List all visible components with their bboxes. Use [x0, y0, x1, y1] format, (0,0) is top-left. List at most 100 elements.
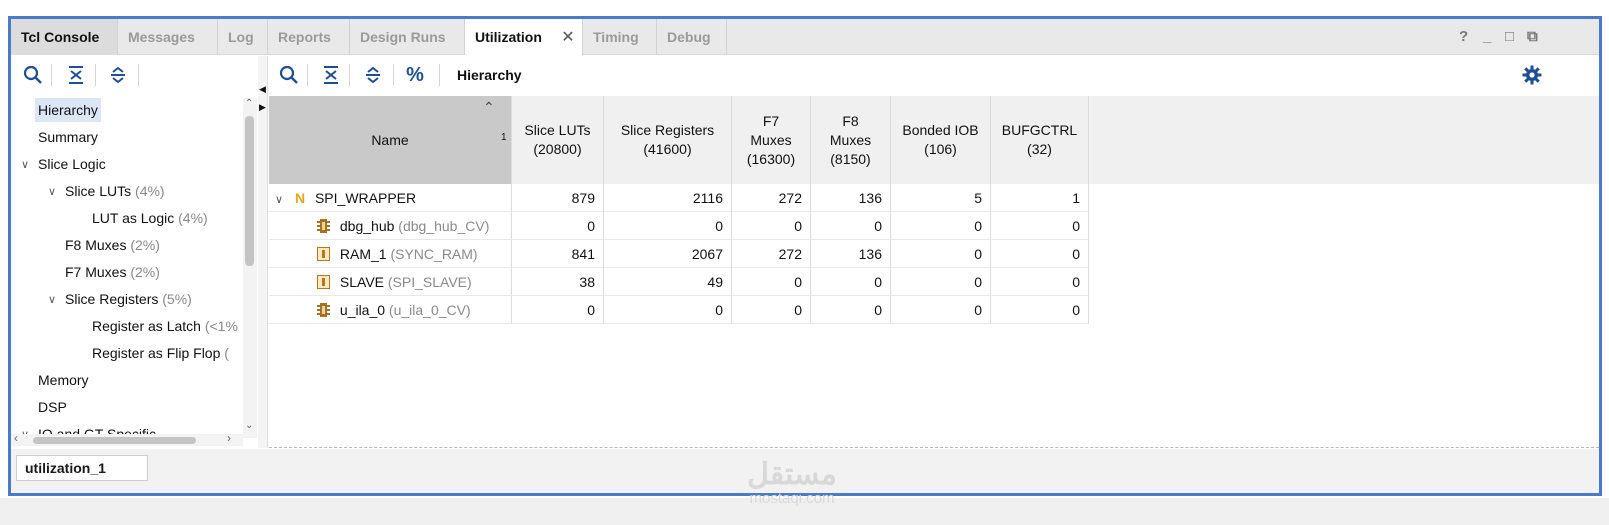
close-tab-icon[interactable]: ✕ [557, 19, 579, 55]
table-row[interactable]: dbg_hub (dbg_hub_CV) [269, 212, 512, 240]
chevron-down-icon[interactable]: ∨ [21, 158, 29, 171]
table-cell: 0 [891, 212, 991, 240]
hierarchy-panel: % Hierarchy Name ⌃ 1 Slice LUTs (20800) … [269, 56, 1599, 448]
tree-item-f8-muxes[interactable]: F8 Muxes (2%) [65, 233, 160, 257]
sort-order-number: 1 [501, 132, 507, 143]
table-row[interactable]: ∨ N SPI_WRAPPER [269, 184, 512, 212]
tab-reports[interactable]: Reports [268, 19, 350, 55]
tab-debug[interactable]: Debug [657, 19, 727, 55]
table-cell: 0 [891, 296, 991, 324]
search-icon[interactable] [279, 65, 299, 85]
table-cell: 841 [512, 240, 604, 268]
instance-icon [317, 247, 330, 261]
tree-item-slice-logic[interactable]: Slice Logic [38, 152, 106, 176]
table-cell: 136 [811, 240, 891, 268]
table-cell: 0 [991, 212, 1089, 240]
column-header-slice-registers[interactable]: Slice Registers (41600) [604, 96, 732, 184]
panel-title: Hierarchy [457, 67, 522, 83]
tree-item-slice-registers[interactable]: Slice Registers (5%) [65, 287, 192, 311]
table-cell: 0 [891, 240, 991, 268]
table-cell: 272 [732, 184, 811, 212]
table-cell: 0 [811, 296, 891, 324]
column-header-bonded-iob[interactable]: Bonded IOB (106) [891, 96, 991, 184]
tree-item-register-as-latch[interactable]: Register as Latch (<1% [92, 314, 238, 338]
collapse-all-icon[interactable] [321, 65, 341, 85]
tab-messages[interactable]: Messages [118, 19, 218, 55]
table-cell: 0 [991, 296, 1089, 324]
top-module-icon: N [294, 190, 306, 206]
debug-core-icon [317, 303, 330, 317]
table-cell: 0 [512, 296, 604, 324]
table-cell: 272 [732, 240, 811, 268]
scroll-up-icon[interactable]: ⌃ [245, 98, 253, 109]
tree-item-summary[interactable]: Summary [38, 125, 98, 149]
collapse-left-icon[interactable]: ◀ [259, 84, 266, 95]
table-cell: 0 [891, 268, 991, 296]
table-cell: 38 [512, 268, 604, 296]
scroll-thumb[interactable] [33, 437, 196, 444]
table-row[interactable]: SLAVE (SPI_SLAVE) [269, 268, 512, 296]
tree-item-slice-luts[interactable]: Slice LUTs (4%) [65, 179, 165, 203]
table-cell: 0 [732, 212, 811, 240]
report-tree: Hierarchy Summary ∨ Slice Logic ∨ Slice … [11, 96, 243, 436]
tree-item-memory[interactable]: Memory [38, 368, 89, 392]
tab-tcl-console[interactable]: Tcl Console [11, 19, 118, 55]
tree-item-dsp[interactable]: DSP [38, 395, 67, 419]
maximize-icon[interactable]: □ [1505, 19, 1514, 55]
search-icon[interactable] [23, 65, 43, 85]
collapse-all-icon[interactable] [66, 65, 86, 85]
table-cell: 0 [732, 268, 811, 296]
scroll-thumb[interactable] [245, 116, 254, 266]
tab-bar: Tcl Console Messages Log Reports Design … [11, 19, 1599, 56]
minimize-icon[interactable]: _ [1483, 19, 1491, 55]
table-cell: 49 [604, 268, 732, 296]
collapse-right-icon[interactable]: ▶ [259, 102, 266, 113]
percent-icon[interactable]: % [405, 65, 425, 85]
float-window-icon[interactable]: ⧉ [1527, 19, 1538, 55]
tree-item-hierarchy[interactable]: Hierarchy [35, 98, 101, 122]
column-header-bufgctrl[interactable]: BUFGCTRL (32) [991, 96, 1089, 184]
expand-all-icon[interactable] [363, 65, 383, 85]
table-cell: 1 [991, 184, 1089, 212]
column-header-slice-luts[interactable]: Slice LUTs (20800) [512, 96, 604, 184]
sort-ascending-icon: ⌃ [483, 99, 495, 115]
tab-utilization-1[interactable]: utilization_1 [16, 455, 148, 481]
column-header-name[interactable]: Name ⌃ 1 [269, 96, 512, 184]
table-cell: 0 [991, 240, 1089, 268]
panel-splitter[interactable]: ◀ ▶ [258, 56, 268, 448]
tree-vertical-scrollbar[interactable]: ⌃ ⌄ [243, 98, 257, 438]
debug-core-icon [317, 219, 330, 233]
gear-icon[interactable] [1521, 64, 1543, 86]
header-filler [1089, 96, 1599, 184]
table-cell: 5 [891, 184, 991, 212]
tab-timing[interactable]: Timing [583, 19, 657, 55]
table-cell: 0 [604, 212, 732, 240]
tab-log[interactable]: Log [218, 19, 268, 55]
chevron-down-icon[interactable]: ∨ [48, 185, 56, 198]
tree-item-f7-muxes[interactable]: F7 Muxes (2%) [65, 260, 160, 284]
left-toolbar [11, 56, 257, 94]
scroll-left-icon[interactable]: ‹ [14, 431, 18, 445]
tab-design-runs[interactable]: Design Runs [350, 19, 465, 55]
column-header-f7-muxes[interactable]: F7 Muxes (16300) [732, 96, 811, 184]
column-header-f8-muxes[interactable]: F8 Muxes (8150) [811, 96, 891, 184]
scroll-down-icon[interactable]: ⌄ [245, 420, 253, 431]
instance-icon [317, 275, 330, 289]
scroll-right-icon[interactable]: › [227, 431, 231, 445]
table-cell: 879 [512, 184, 604, 212]
table-cell: 0 [512, 212, 604, 240]
help-icon[interactable]: ? [1459, 19, 1468, 55]
tree-item-lut-as-logic[interactable]: LUT as Logic (4%) [92, 206, 208, 230]
table-cell: 2067 [604, 240, 732, 268]
table-cell: 0 [991, 268, 1089, 296]
watermark-logo: مستقل mostaqi.com [747, 458, 837, 507]
table-cell: 0 [732, 296, 811, 324]
table-row[interactable]: u_ila_0 (u_ila_0_CV) [269, 296, 512, 324]
table-row[interactable]: RAM_1 (SYNC_RAM) [269, 240, 512, 268]
table-cell: 2116 [604, 184, 732, 212]
tree-item-register-as-flip-flop[interactable]: Register as Flip Flop ( [92, 341, 229, 365]
tree-horizontal-scrollbar[interactable]: ‹ › [11, 431, 243, 446]
chevron-down-icon[interactable]: ∨ [275, 194, 283, 206]
expand-all-icon[interactable] [108, 65, 128, 85]
chevron-down-icon[interactable]: ∨ [48, 293, 56, 306]
